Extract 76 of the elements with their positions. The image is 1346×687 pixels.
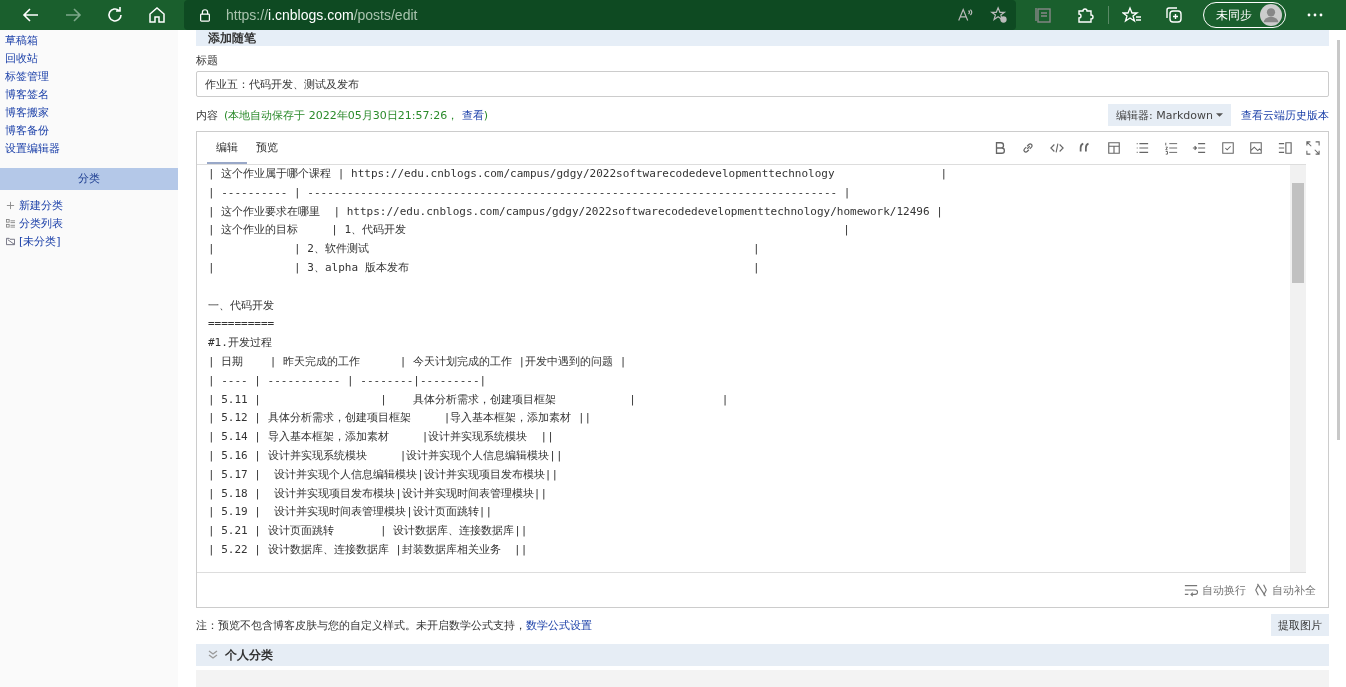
history-link[interactable]: 查看云端历史版本 <box>1241 107 1329 123</box>
checkbox-icon[interactable] <box>1220 141 1235 155</box>
address-bar[interactable]: https://i.cnblogs.com/posts/edit <box>184 0 1016 30</box>
content-label: 内容 <box>196 107 218 123</box>
scrollbar[interactable] <box>1290 165 1306 572</box>
avatar-icon <box>1260 4 1282 26</box>
category-link[interactable]: [未分类] <box>0 232 178 250</box>
autosave-note: (本地自动保存于 2022年05月30日21:57:26， 查看) <box>224 107 488 123</box>
code-line: | 这个作业的目标 | 1、代码开发 | <box>208 222 851 239</box>
code-icon[interactable] <box>1049 141 1064 155</box>
split-view-icon[interactable] <box>1277 141 1292 155</box>
category-link[interactable]: 新建分类 <box>0 196 178 214</box>
code-line: | 5.16 | 设计并实现系统模块 |设计并实现个人信息编辑模块|| <box>208 447 564 464</box>
lock-icon[interactable] <box>198 8 212 22</box>
table-icon[interactable] <box>1106 141 1121 155</box>
editor-tab[interactable]: 预览 <box>247 132 287 164</box>
code-line: | 5.14 | 导入基本框架，添加素材 |设计并实现系统模块 || <box>208 429 555 446</box>
plus-icon <box>6 200 15 210</box>
folder-icon <box>6 236 15 246</box>
home-icon[interactable] <box>147 5 167 25</box>
code-line: ========== <box>208 316 276 333</box>
refresh-icon[interactable] <box>105 5 125 25</box>
sidebar-link[interactable]: 回收站 <box>0 50 178 68</box>
code-line: | ---------- | -------------------------------------------------------------------------------- | <box>208 184 852 201</box>
code-line: | 这个作业属于哪个课程 | https://edu.cnblogs.com/campus/gdgy/2022softwarecodedevelopmenttechnology | <box>208 166 949 182</box>
sidebar-link[interactable]: 博客备份 <box>0 122 178 140</box>
code-line: | 5.21 | 设计页面跳转 | 设计数据库、连接数据库|| <box>208 523 529 540</box>
code-line: | ---- | ----------- | --------|---------| <box>208 372 488 389</box>
sidebar-link[interactable]: 博客签名 <box>0 86 178 104</box>
code-line: | | 3、alpha 版本发布 | <box>208 260 761 276</box>
autocomplete-off-icon <box>1254 583 1268 597</box>
indent-icon[interactable] <box>1192 141 1206 155</box>
quote-icon[interactable] <box>1078 141 1092 155</box>
chevron-icon <box>208 650 218 660</box>
code-line: 一、代码开发 <box>208 297 275 314</box>
puzzle-icon[interactable] <box>1075 5 1095 25</box>
code-line: #1.开发过程 <box>208 335 273 352</box>
preview-note: 注：预览不包含博客皮肤与您的自定义样式。未开启数学公式支持，数学公式设置 <box>196 617 592 633</box>
category-link[interactable]: 分类列表 <box>0 214 178 232</box>
title-field[interactable]: 作业五：代码开发、测试及发布 <box>196 71 1329 97</box>
caret-icon <box>1216 113 1223 117</box>
view-link[interactable]: 查看 <box>461 108 484 122</box>
add-favorite-icon[interactable] <box>990 6 1008 24</box>
image-icon[interactable] <box>1249 141 1263 155</box>
sidebar-link[interactable]: 博客搬家 <box>0 104 178 122</box>
code-line: | 5.19 | 设计并实现时间表管理模块|设计页面跳转|| <box>208 504 494 521</box>
sidebar-section-header: 分类 <box>0 168 178 190</box>
code-line: | 5.22 | 设计数据库、连接数据库 |封装数据库相关业务 || <box>208 541 529 558</box>
page-header: 添加随笔 <box>196 30 1329 46</box>
fullscreen-icon[interactable] <box>1306 141 1320 155</box>
sidebar-link[interactable]: 设置编辑器 <box>0 140 178 158</box>
code-line: | 5.18 | 设计并实现项目发布模块|设计并实现时间表管理模块|| <box>208 485 549 502</box>
code-line: | 这个作业要求在哪里 | https://edu.cnblogs.com/campus/gdgy/2022softwarecodedevelopmenttechnology/homework/12496 | <box>208 203 944 220</box>
code-line: | 5.17 | 设计并实现个人信息编辑模块|设计并实现项目发布模块|| <box>208 466 560 483</box>
sidebar-link[interactable]: 草稿箱 <box>0 32 178 50</box>
code-line: | 5.12 | 具体分析需求，创建项目框架 |导入基本框架，添加素材 || <box>208 410 593 427</box>
url-text: https://i.cnblogs.com/posts/edit <box>226 7 418 23</box>
code-line: | | 2、软件测试 | <box>208 241 761 258</box>
list-icon <box>6 218 15 228</box>
category-panel-header[interactable]: 个人分类 <box>196 644 1329 666</box>
code-line: | 日期 | 昨天完成的工作 | 今天计划完成的工作 |开发中遇到的问题 | <box>208 353 628 370</box>
numbered-list-icon[interactable] <box>1163 141 1178 155</box>
code-line: | 5.11 | | 具体分析需求，创建项目框架 | | <box>208 391 730 408</box>
sidebar-link[interactable]: 标签管理 <box>0 68 178 86</box>
title-label: 标题 <box>196 53 219 68</box>
math-settings-link[interactable]: 数学公式设置 <box>526 618 592 632</box>
autocomplete-toggle[interactable]: 自动补全 <box>1272 582 1316 598</box>
word-wrap-toggle[interactable]: 自动换行 <box>1202 582 1246 598</box>
collections-icon[interactable] <box>1164 5 1184 25</box>
link-icon[interactable] <box>1021 141 1035 155</box>
editor-tab[interactable]: 编辑 <box>207 132 247 164</box>
editor-dropdown[interactable]: 编辑器: Markdown <box>1108 104 1231 126</box>
bullet-list-icon[interactable] <box>1135 141 1149 155</box>
wrap-icon <box>1184 583 1198 597</box>
extract-images-button[interactable]: 提取图片 <box>1271 614 1329 636</box>
favorites-icon[interactable] <box>1122 5 1142 25</box>
